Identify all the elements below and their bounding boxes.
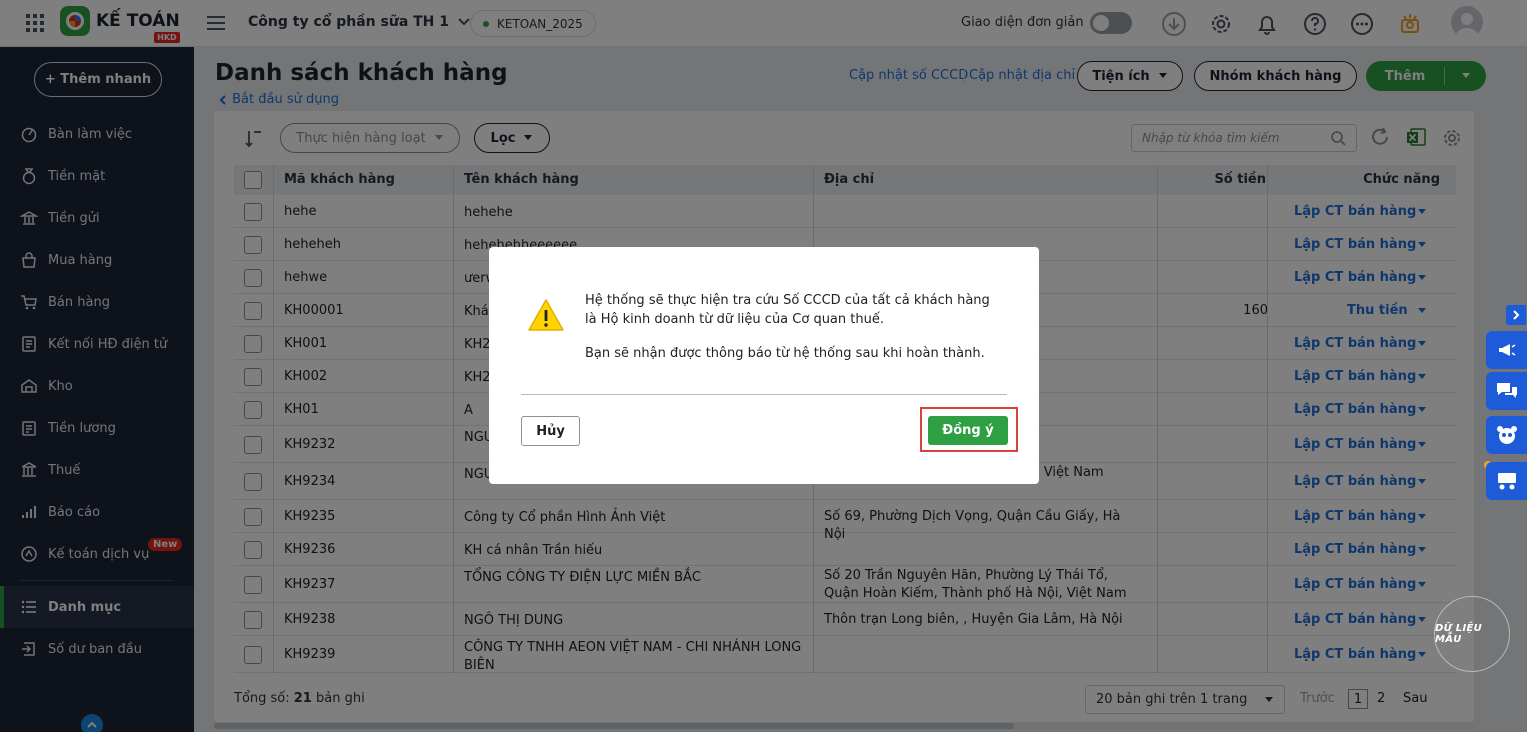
warning-icon — [527, 297, 565, 333]
watermark-text: DỮ LIỆU MẪU — [1435, 623, 1483, 645]
bot-icon — [1496, 426, 1517, 444]
float-panel-toggle[interactable] — [1506, 305, 1526, 325]
confirm-dialog: Hệ thống sẽ thực hiện tra cứu Số CCCD củ… — [489, 247, 1039, 484]
chat-icon — [1496, 383, 1517, 398]
confirm-button[interactable]: Đồng ý — [928, 416, 1008, 445]
chevron-right-icon — [1513, 310, 1520, 320]
community-icon — [1497, 473, 1516, 490]
dialog-message: Hệ thống sẽ thực hiện tra cứu Số CCCD củ… — [585, 293, 990, 327]
community-button[interactable] — [1486, 462, 1527, 500]
assistant-bot-button[interactable] — [1486, 416, 1527, 454]
cancel-button[interactable]: Hủy — [521, 416, 580, 446]
sample-data-watermark: DỮ LIỆU MẪU — [1434, 596, 1510, 672]
dialog-message-secondary: Bạn sẽ nhận được thông báo từ hệ thống s… — [585, 346, 985, 361]
megaphone-icon — [1498, 344, 1515, 356]
megaphone-button[interactable] — [1486, 331, 1527, 369]
dialog-divider — [521, 394, 1007, 395]
chat-button[interactable] — [1486, 372, 1527, 410]
